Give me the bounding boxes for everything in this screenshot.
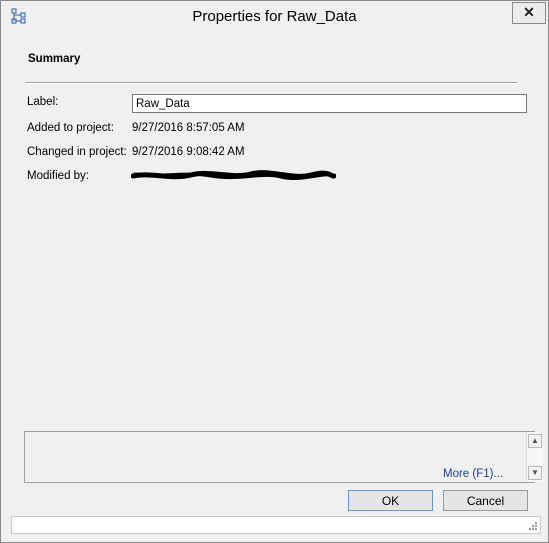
- window-title: Properties for Raw_Data: [192, 8, 357, 25]
- changed-in-project-label: Changed in project:: [27, 146, 127, 158]
- help-scrollbar[interactable]: ▲ ▼: [526, 432, 543, 482]
- added-to-project-value: 9/27/2016 8:57:05 AM: [132, 122, 245, 134]
- close-icon: ✕: [523, 4, 535, 20]
- dialog-body: Summary Label: Added to project: 9/27/20…: [11, 36, 543, 534]
- section-heading: Summary: [28, 53, 81, 65]
- scroll-up-arrow-icon[interactable]: ▲: [528, 434, 542, 448]
- redacted-modified-by-value: [130, 170, 337, 182]
- properties-dialog: Properties for Raw_Data ✕ Summary Label:…: [0, 0, 549, 543]
- label-field-label: Label:: [27, 96, 59, 108]
- status-bar: [11, 516, 541, 534]
- resize-grip-icon[interactable]: [528, 521, 538, 531]
- cancel-button[interactable]: Cancel: [443, 490, 528, 511]
- added-to-project-label: Added to project:: [27, 122, 114, 134]
- modified-by-label: Modified by:: [27, 170, 90, 182]
- scroll-down-arrow-icon[interactable]: ▼: [528, 466, 542, 480]
- title-bar[interactable]: Properties for Raw_Data ✕: [1, 1, 548, 31]
- label-input[interactable]: [132, 94, 527, 113]
- ok-button[interactable]: OK: [348, 490, 433, 511]
- more-help-link[interactable]: More (F1)...: [443, 468, 503, 480]
- close-button[interactable]: ✕: [512, 2, 546, 24]
- separator: [25, 82, 517, 84]
- changed-in-project-value: 9/27/2016 9:08:42 AM: [132, 146, 245, 158]
